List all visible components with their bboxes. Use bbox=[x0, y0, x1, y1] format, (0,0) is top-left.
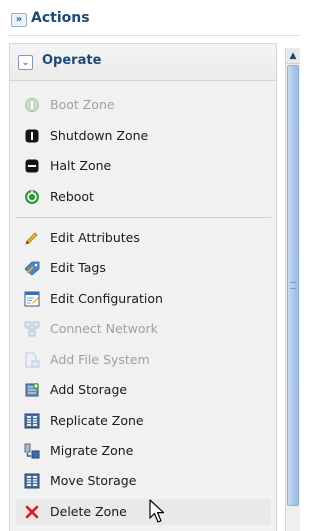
menu-item-label: Reboot bbox=[50, 189, 94, 204]
menu-item-boot-zone[interactable]: Boot Zone bbox=[16, 92, 271, 118]
menu-item-migrate-zone[interactable]: Migrate Zone bbox=[16, 438, 271, 464]
actions-header: » Actions bbox=[0, 0, 300, 36]
menu-divider bbox=[16, 217, 271, 218]
menu-item-delete-zone[interactable]: Delete Zone bbox=[16, 499, 271, 525]
boot-zone-icon bbox=[25, 98, 39, 112]
menu-item-connect-network[interactable]: Connect Network bbox=[16, 316, 271, 342]
menu-item-shutdown-zone[interactable]: Shutdown Zone bbox=[16, 123, 271, 149]
menu-item-label: Replicate Zone bbox=[50, 413, 144, 428]
menu-item-label: Delete Zone bbox=[50, 504, 127, 519]
menu-item-add-file-system[interactable]: Add File System bbox=[16, 347, 271, 373]
menu-item-label: Edit Tags bbox=[50, 260, 106, 275]
menu-item-label: Connect Network bbox=[50, 321, 158, 336]
reboot-icon bbox=[25, 190, 39, 204]
menu-item-label: Move Storage bbox=[50, 473, 137, 488]
pencil-icon bbox=[25, 232, 38, 245]
menu-item-replicate-zone[interactable]: Replicate Zone bbox=[16, 408, 271, 434]
actions-panel: ⌄ Operate Boot Zone Shutdown Zone Halt Z… bbox=[9, 43, 277, 531]
move-storage-icon bbox=[24, 473, 40, 489]
menu-item-move-storage[interactable]: Move Storage bbox=[16, 468, 271, 494]
add-file-system-icon bbox=[25, 352, 40, 368]
menu-item-label: Boot Zone bbox=[50, 97, 115, 112]
header-divider bbox=[8, 35, 300, 36]
operate-section-header[interactable]: ⌄ Operate bbox=[10, 44, 276, 81]
menu-item-label: Add Storage bbox=[50, 382, 128, 397]
double-chevron-right-icon[interactable]: » bbox=[11, 13, 27, 27]
chevron-down-icon[interactable]: ⌄ bbox=[18, 55, 33, 70]
menu-item-label: Halt Zone bbox=[50, 158, 112, 173]
shutdown-zone-icon bbox=[25, 129, 39, 143]
menu-item-label: Shutdown Zone bbox=[50, 128, 149, 143]
menu-item-label: Add File System bbox=[50, 352, 150, 367]
actions-title: Actions bbox=[31, 10, 90, 26]
menu-item-label: Edit Configuration bbox=[50, 291, 163, 306]
replicate-zone-icon bbox=[24, 413, 40, 429]
menu-item-edit-tags[interactable]: Edit Tags bbox=[16, 255, 271, 281]
migrate-zone-icon bbox=[24, 443, 40, 459]
scrollbar-thumb[interactable] bbox=[287, 65, 299, 506]
menu-item-label: Edit Attributes bbox=[50, 230, 140, 245]
halt-zone-icon bbox=[25, 159, 39, 173]
scrollbar-grip-icon bbox=[290, 282, 296, 289]
menu-item-edit-attributes[interactable]: Edit Attributes bbox=[16, 225, 271, 251]
mouse-cursor-icon bbox=[149, 499, 165, 523]
tag-icon bbox=[24, 261, 40, 276]
menu-item-label: Migrate Zone bbox=[50, 443, 134, 458]
add-storage-icon bbox=[25, 383, 39, 397]
menu-item-edit-configuration[interactable]: Edit Configuration bbox=[16, 286, 271, 312]
connect-network-icon bbox=[24, 321, 40, 337]
operate-section-title: Operate bbox=[42, 53, 102, 68]
delete-icon bbox=[25, 505, 39, 519]
menu-item-add-storage[interactable]: Add Storage bbox=[16, 377, 271, 403]
edit-configuration-icon bbox=[24, 291, 40, 307]
menu-item-halt-zone[interactable]: Halt Zone bbox=[16, 153, 271, 179]
menu-item-reboot[interactable]: Reboot bbox=[16, 184, 271, 210]
vertical-scrollbar[interactable]: ▲ bbox=[285, 48, 300, 531]
scroll-up-arrow-icon[interactable]: ▲ bbox=[286, 48, 300, 64]
